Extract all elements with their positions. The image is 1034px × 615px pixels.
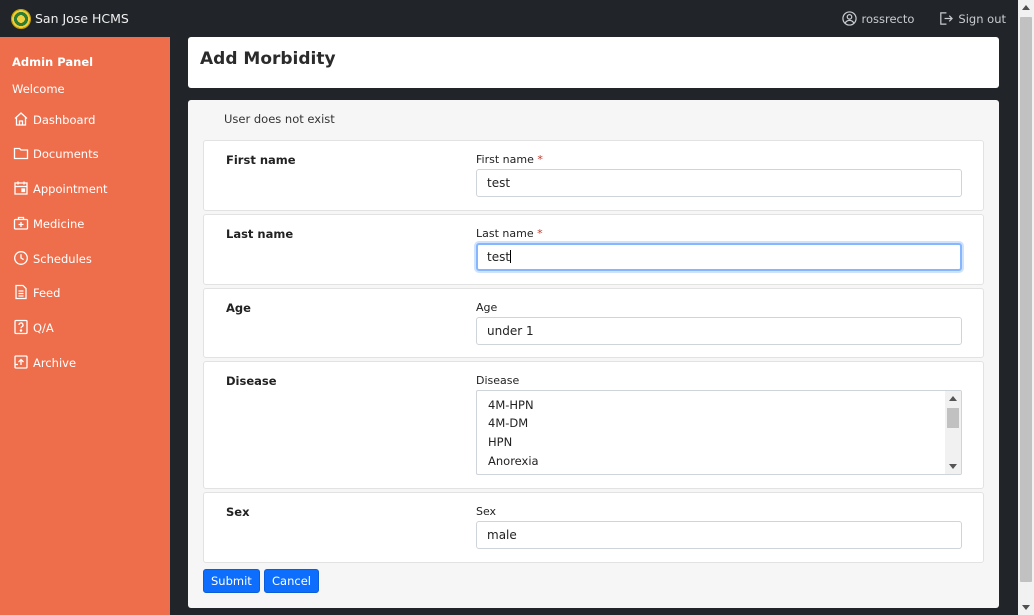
sex-section: Sex Sex male bbox=[203, 492, 984, 563]
cancel-button[interactable]: Cancel bbox=[264, 569, 319, 593]
sidebar-item-label: Documents bbox=[33, 147, 99, 161]
field-label-text: First name bbox=[476, 153, 534, 166]
sidebar-item-dashboard[interactable]: Dashboard bbox=[13, 111, 95, 127]
scroll-down-arrow-icon[interactable] bbox=[1022, 605, 1030, 610]
disease-option[interactable]: Anorexia bbox=[488, 454, 539, 468]
input-value: male bbox=[487, 528, 517, 542]
submit-button[interactable]: Submit bbox=[203, 569, 260, 593]
sidebar-item-archive[interactable]: Archive bbox=[13, 354, 76, 370]
field-label: Last name * bbox=[476, 227, 543, 240]
scroll-up-arrow-icon[interactable] bbox=[1022, 5, 1030, 10]
section-label: Sex bbox=[226, 505, 250, 519]
sidebar-item-appointment[interactable]: Appointment bbox=[13, 180, 108, 196]
sidebar-item-label: Medicine bbox=[33, 217, 85, 231]
sidebar-item-medicine[interactable]: Medicine bbox=[13, 215, 84, 231]
window-scrollbar[interactable] bbox=[1018, 0, 1034, 615]
section-label: Disease bbox=[226, 374, 277, 388]
listbox-scrollbar[interactable] bbox=[945, 391, 961, 474]
sidebar-item-label: Feed bbox=[33, 286, 61, 300]
field-label: First name * bbox=[476, 153, 543, 166]
question-icon bbox=[14, 319, 28, 335]
scroll-thumb[interactable] bbox=[947, 408, 959, 428]
brand[interactable]: San Jose HCMS bbox=[11, 8, 129, 29]
field-label: Disease bbox=[476, 374, 520, 387]
sign-out-label: Sign out bbox=[958, 11, 1006, 26]
sidebar-item-feed[interactable]: Feed bbox=[13, 284, 60, 300]
disease-option[interactable]: 4M-HPN bbox=[488, 398, 534, 412]
brand-logo bbox=[11, 8, 31, 29]
brand-name: San Jose HCMS bbox=[35, 11, 129, 26]
text-caret bbox=[510, 250, 512, 263]
sidebar-item-label: Q/A bbox=[33, 321, 54, 335]
sidebar: Admin Panel Welcome Dashboard Documents … bbox=[0, 37, 170, 615]
sidebar-item-label: Dashboard bbox=[33, 113, 96, 127]
sidebar-item-schedules[interactable]: Schedules bbox=[13, 250, 92, 266]
scroll-up-arrow-icon[interactable] bbox=[949, 396, 957, 401]
sidebar-title: Admin Panel bbox=[12, 55, 94, 69]
status-message: User does not exist bbox=[224, 112, 335, 126]
field-label: Sex bbox=[476, 505, 497, 518]
navbar-actions: rossrecto Sign out bbox=[818, 11, 1006, 26]
morbidity-form: User does not exist First name First nam… bbox=[188, 100, 999, 608]
section-label: First name bbox=[226, 153, 296, 167]
field-label: Age bbox=[476, 301, 498, 314]
required-marker: * bbox=[537, 153, 543, 166]
sidebar-item-label: Appointment bbox=[33, 182, 108, 196]
user-circle-icon bbox=[841, 11, 857, 26]
scroll-down-arrow-icon[interactable] bbox=[949, 464, 957, 469]
disease-listbox[interactable]: 4M-HPN 4M-DM HPN Anorexia bbox=[476, 390, 962, 475]
input-value: test bbox=[487, 176, 511, 190]
page-header: Add Morbidity bbox=[188, 37, 999, 88]
sign-out-icon bbox=[940, 12, 954, 25]
window-scroll-thumb[interactable] bbox=[1020, 17, 1032, 582]
sidebar-item-label: Archive bbox=[33, 356, 77, 370]
folder-icon bbox=[13, 147, 29, 160]
age-section: Age Age under 1 bbox=[203, 288, 984, 358]
input-value: under 1 bbox=[487, 324, 534, 338]
document-icon bbox=[15, 284, 27, 300]
disease-option[interactable]: HPN bbox=[488, 435, 512, 449]
required-marker: * bbox=[537, 227, 543, 240]
sidebar-welcome: Welcome bbox=[12, 82, 65, 96]
clock-icon bbox=[14, 251, 28, 265]
field-label-text: Last name bbox=[476, 227, 534, 240]
section-label: Last name bbox=[226, 227, 294, 241]
user-profile-link[interactable]: rossrecto bbox=[841, 11, 915, 26]
last-name-section: Last name Last name * test bbox=[203, 214, 984, 285]
input-value: test bbox=[487, 250, 511, 264]
calendar-icon bbox=[14, 181, 28, 195]
last-name-input[interactable]: test bbox=[476, 243, 962, 271]
sex-select[interactable]: male bbox=[476, 521, 962, 549]
page-title: Add Morbidity bbox=[200, 49, 336, 69]
first-name-input[interactable]: test bbox=[476, 169, 962, 197]
sidebar-item-label: Schedules bbox=[33, 252, 92, 266]
section-label: Age bbox=[226, 301, 251, 315]
sign-out-link[interactable]: Sign out bbox=[938, 11, 1006, 26]
username: rossrecto bbox=[861, 11, 915, 26]
sidebar-item-qa[interactable]: Q/A bbox=[13, 319, 54, 335]
archive-icon bbox=[14, 355, 28, 369]
disease-section: Disease Disease 4M-HPN 4M-DM HPN Anorexi… bbox=[203, 361, 984, 489]
sidebar-item-documents[interactable]: Documents bbox=[13, 145, 99, 161]
age-select[interactable]: under 1 bbox=[476, 317, 962, 345]
first-name-section: First name First name * test bbox=[203, 140, 984, 211]
top-navbar: San Jose HCMS rossrecto Sign out bbox=[0, 0, 1018, 37]
home-icon bbox=[14, 112, 28, 126]
disease-option[interactable]: 4M-DM bbox=[488, 416, 528, 430]
medical-kit-icon bbox=[13, 216, 29, 230]
